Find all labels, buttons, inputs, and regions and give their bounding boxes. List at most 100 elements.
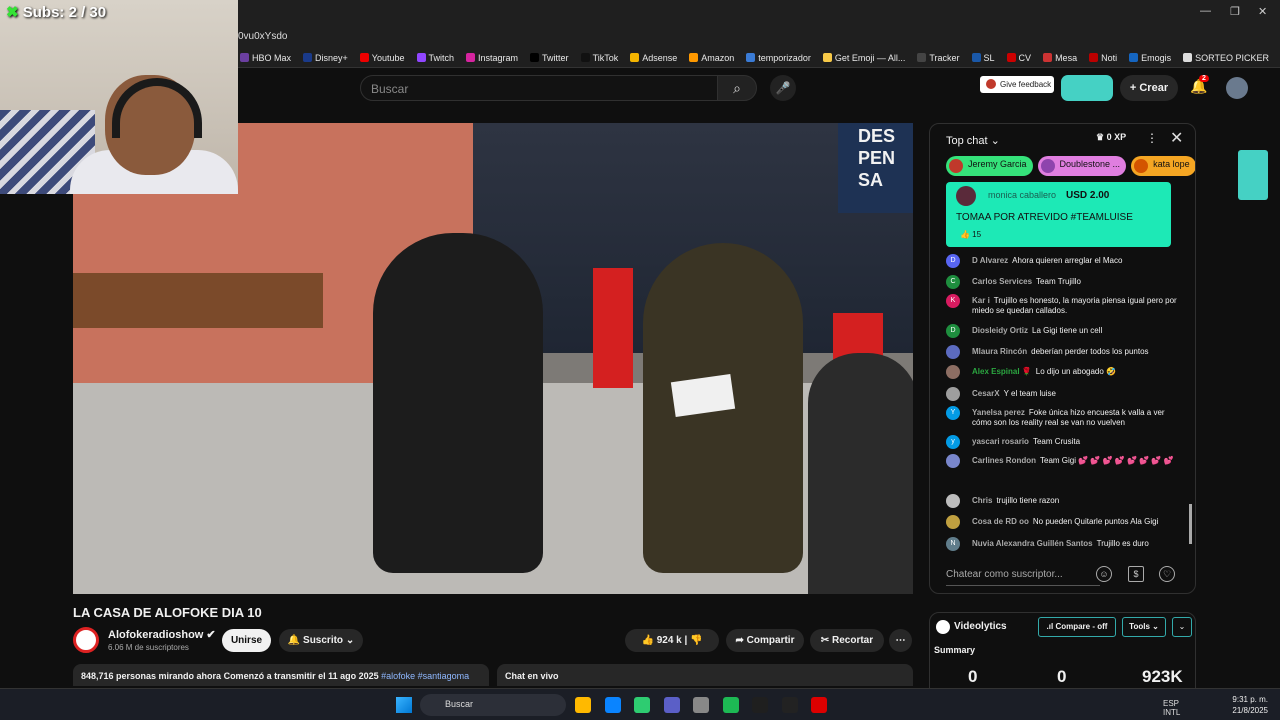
chat-scrollbar[interactable] [1188,184,1193,554]
chat-menu-icon[interactable]: ⋮ [1146,131,1158,145]
chat-author[interactable]: D Alvarez [972,256,1008,265]
chat-avatar[interactable]: K [946,294,960,308]
super-chat-icon[interactable]: $ [1128,566,1144,582]
bookmark-item[interactable]: Mesa [1043,53,1077,63]
maximize-icon[interactable]: ❐ [1230,5,1240,18]
emoji-icon[interactable]: ☺ [1096,566,1112,582]
url-text[interactable]: 0vu0xYsdo [238,31,287,42]
superchat-author[interactable]: monica caballero [988,190,1056,200]
description-tags[interactable]: #alofoke #santiagoma [381,671,469,681]
chat-text: Team Gigi 💕 💕 💕 💕 💕 💕 💕 💕 [1040,456,1174,465]
notifications-bell-icon[interactable]: 🔔 2 [1190,75,1209,95]
chat-author[interactable]: yascari rosario [972,437,1029,446]
chat-avatar[interactable]: y [946,435,960,449]
bookmark-item[interactable]: Get Emoji — All... [822,53,905,63]
clip-button[interactable]: ✂ Recortar [810,629,884,652]
chat-author[interactable]: Diosleidy Ortiz [972,326,1028,335]
bookmark-item[interactable]: temporizador [746,53,811,63]
bookmark-item[interactable]: Instagram [466,53,518,63]
bookmark-item[interactable]: Emogis [1129,53,1171,63]
extension-side-button[interactable] [1238,150,1268,200]
superchat-likes[interactable]: 👍 15 [960,230,981,239]
tools-button[interactable]: Tools ⌄ [1122,617,1166,637]
collapse-button[interactable]: ⌄ [1172,617,1192,637]
chat-input[interactable]: Chatear como suscriptor... [946,564,1100,586]
live-chat-tab[interactable]: Chat en vivo [497,664,913,686]
chat-avatar[interactable] [946,387,960,401]
search-icon[interactable]: ⌕ [717,75,757,101]
taskbar-app-icon[interactable] [663,697,680,713]
close-chat-icon[interactable]: ✕ [1170,128,1183,148]
chat-author[interactable]: Carlines Rondon [972,456,1036,465]
chat-author[interactable]: Mlaura Rincón [972,347,1027,356]
chat-author[interactable]: Kar i [972,296,990,305]
create-button[interactable]: + Crear [1120,75,1178,101]
chat-author[interactable]: Carlos Services [972,277,1032,286]
taskbar-app-icon[interactable] [722,697,739,713]
compare-button[interactable]: .ıl Compare - off [1038,617,1116,637]
share-button[interactable]: ➦ Compartir [726,629,804,652]
more-actions-button[interactable]: ⋯ [889,629,912,652]
system-clock[interactable]: 9:31 p. m. 21/8/2025 [1228,694,1268,716]
taskbar-app-icon[interactable] [604,697,621,713]
language-indicator[interactable]: ESP INTL [1163,699,1183,717]
account-avatar[interactable] [1226,77,1248,99]
subscribed-button[interactable]: 🔔 Suscrito ⌄ [279,629,363,652]
chat-avatar[interactable] [946,494,960,508]
chat-author[interactable]: CesarX [972,389,1000,398]
chat-avatar[interactable]: D [946,254,960,268]
bookmark-item[interactable]: Twitch [416,53,454,63]
donor-chip[interactable]: kata lope [1131,156,1195,176]
top-chat-dropdown[interactable]: Top chat ⌄ [946,134,1000,147]
windows-start-icon[interactable] [396,697,412,713]
chat-author[interactable]: Chris [972,496,992,505]
chat-avatar[interactable] [946,454,960,468]
bookmark-item[interactable]: Adsense [630,53,677,63]
description-box[interactable]: 848,716 personas mirando ahora Comenzó a… [73,664,489,686]
chat-avatar[interactable] [946,365,960,379]
taskbar-search[interactable]: Buscar [420,694,566,716]
chat-avatar[interactable]: Y [946,406,960,420]
chat-avatar[interactable]: N [946,537,960,551]
close-window-icon[interactable]: ✕ [1258,5,1267,18]
bookmark-item[interactable]: Twitter [530,53,569,63]
xp-badge[interactable]: ♛ 0 XP [1096,132,1126,143]
minimize-icon[interactable]: — [1200,5,1211,17]
channel-name[interactable]: Alofokeradioshow ✔ [108,628,216,641]
chat-author[interactable]: Nuvia Alexandra Guillén Santos [972,539,1093,548]
chat-avatar[interactable] [946,345,960,359]
bookmark-item[interactable]: SL [971,53,995,63]
chat-avatar[interactable]: D [946,324,960,338]
taskbar-app-icon[interactable] [781,697,798,713]
heart-icon[interactable]: ♡ [1159,566,1175,582]
bookmark-item[interactable]: Youtube [359,53,405,63]
like-dislike-button[interactable]: 👍 924 k | 👎 [625,629,719,652]
taskbar-app-icon[interactable] [752,697,768,713]
chat-author[interactable]: Cosa de RD oo [972,517,1029,526]
chat-avatar[interactable]: C [946,275,960,289]
taskbar-app-icon[interactable] [575,697,591,713]
bookmark-item[interactable]: CV [1006,53,1031,63]
give-feedback-button[interactable]: Give feedback [980,76,1054,93]
bookmark-item[interactable]: TikTok [580,53,618,63]
bookmark-item[interactable]: Amazon [689,53,734,63]
bookmark-item[interactable]: SORTEO PICKER [1183,53,1269,63]
bookmark-item[interactable]: Disney+ [303,53,348,63]
donor-chip[interactable]: Jeremy Garcia [946,156,1033,176]
mic-icon[interactable]: 🎤 [770,75,796,101]
taskbar-app-icon[interactable] [634,697,650,713]
chat-avatar[interactable] [946,515,960,529]
search-input[interactable]: Buscar [360,75,718,101]
taskbar-app-icon[interactable] [811,697,827,713]
bookmark-item[interactable]: HBO Max [240,53,291,63]
bookmark-label: Emogis [1141,52,1172,63]
bookmark-item[interactable]: Tracker [917,53,960,63]
taskbar-app-icon[interactable] [693,697,709,713]
bookmark-item[interactable]: Noti [1089,53,1117,63]
chat-author[interactable]: Alex Espinal 🌹 [972,367,1032,376]
extension-menu-button[interactable] [1061,75,1113,101]
donor-chip[interactable]: Doublestone ... [1037,156,1127,176]
chat-author[interactable]: Yanelsa perez [972,408,1025,417]
join-button[interactable]: Unirse [222,629,271,652]
channel-avatar[interactable] [73,627,99,653]
